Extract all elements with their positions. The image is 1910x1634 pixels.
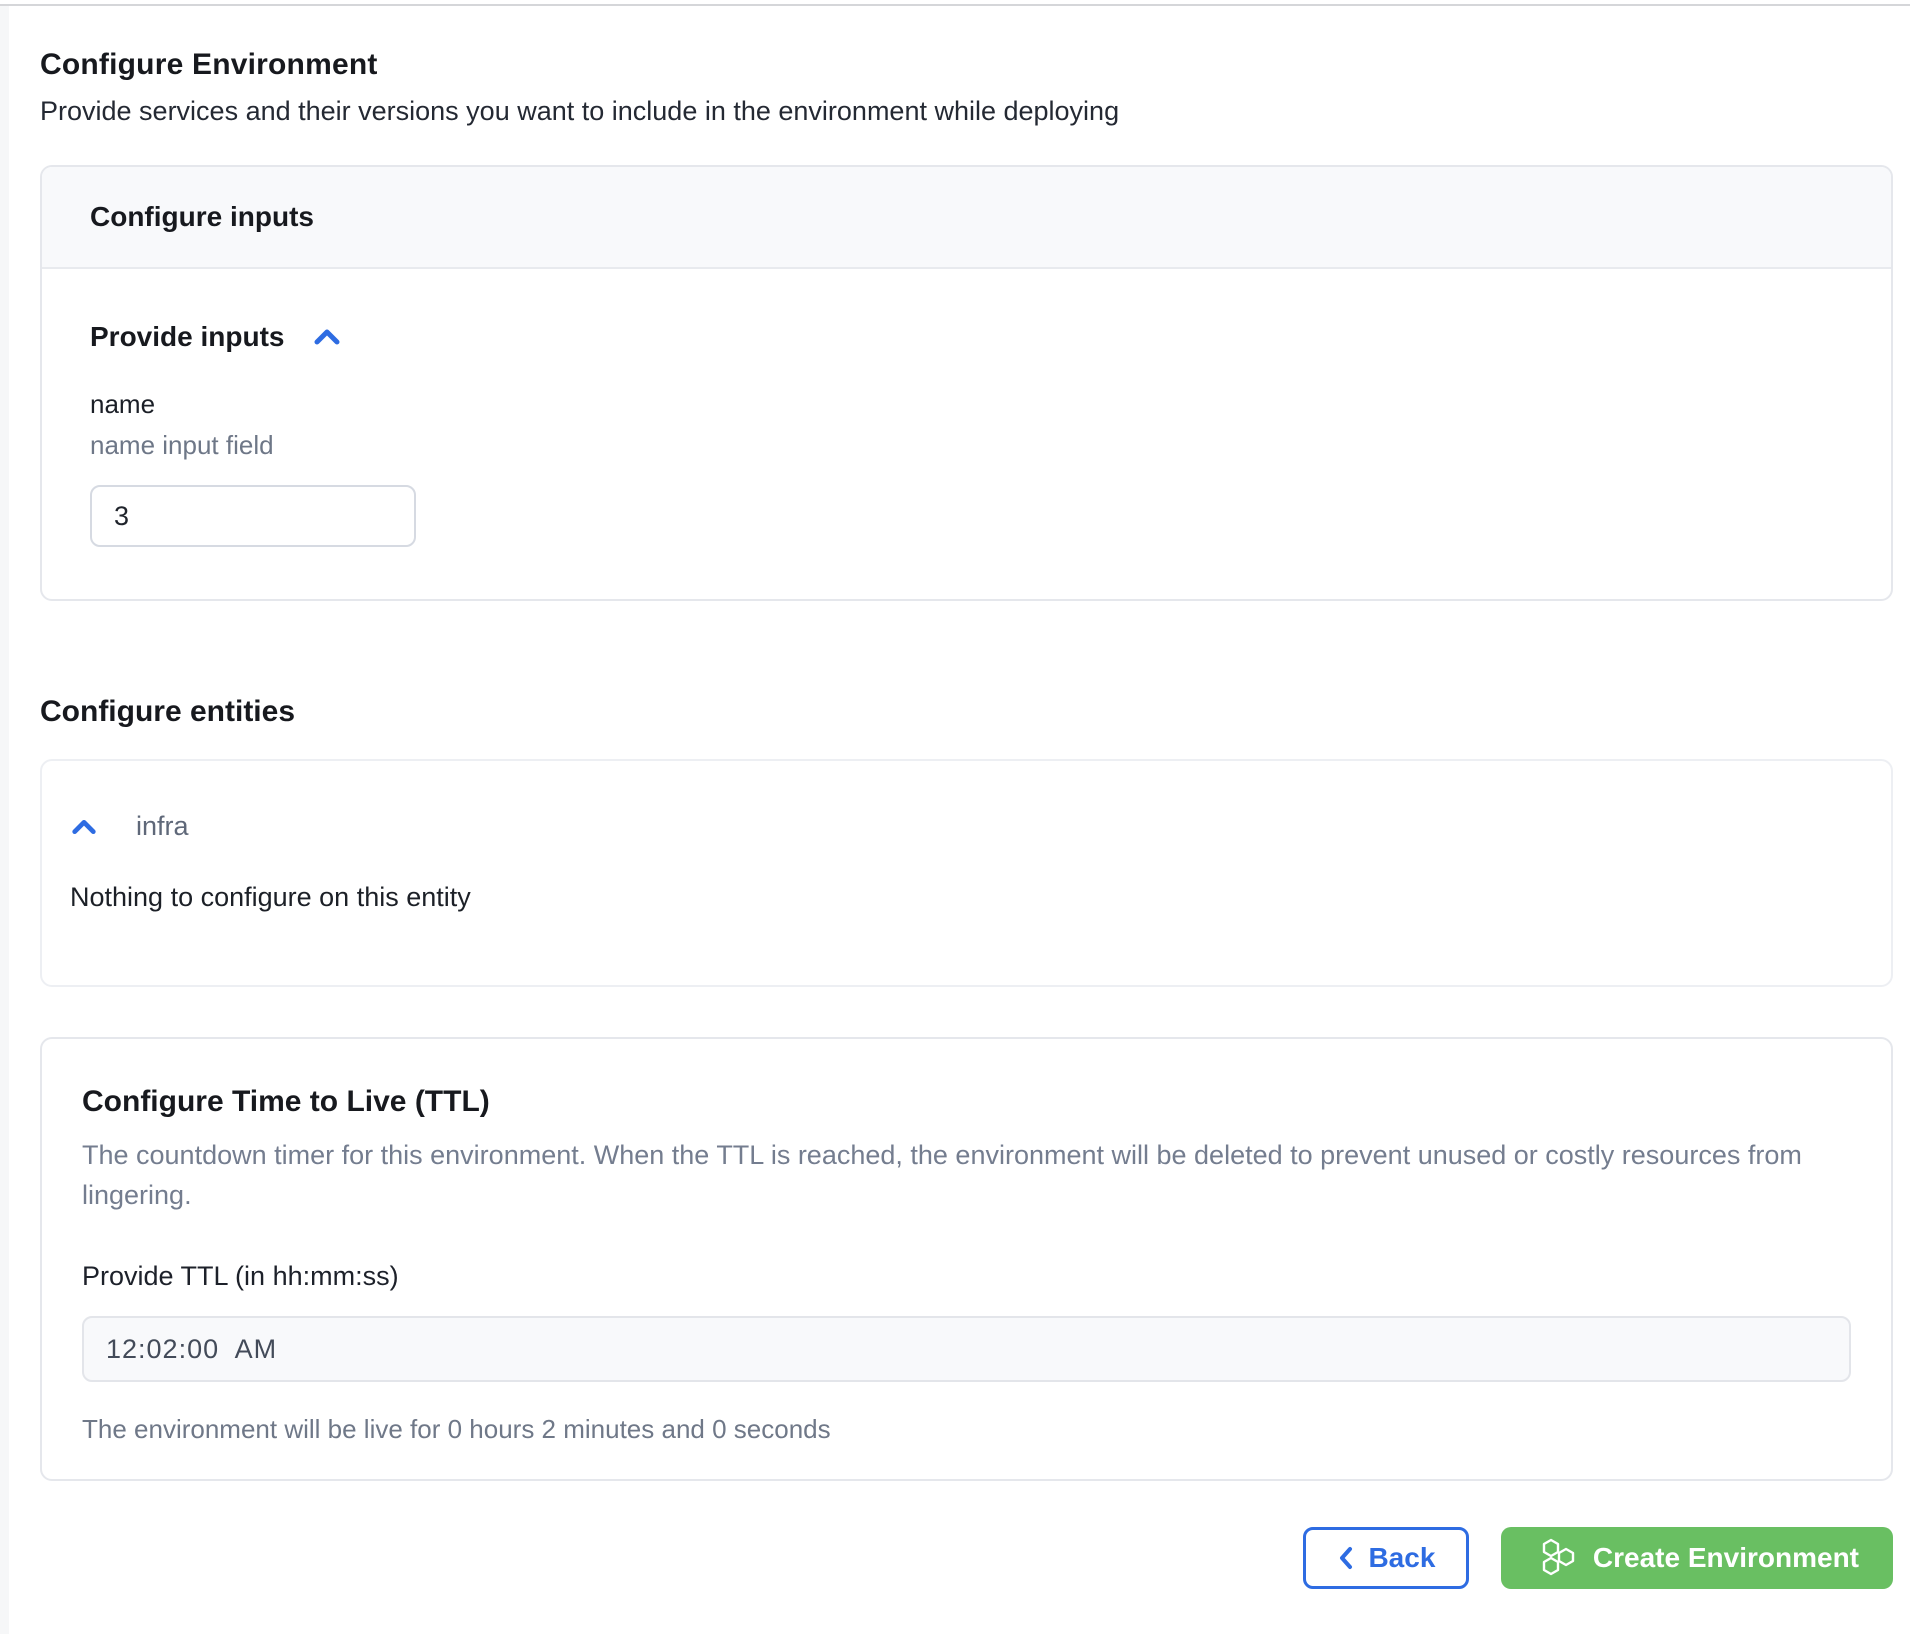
entity-empty-message: Nothing to configure on this entity xyxy=(70,882,1843,913)
chevron-up-icon xyxy=(70,817,98,837)
provide-inputs-label: Provide inputs xyxy=(90,321,284,353)
entities-card: infra Nothing to configure on this entit… xyxy=(40,759,1893,987)
configure-inputs-header: Configure inputs xyxy=(42,167,1891,269)
entity-collapse-button[interactable] xyxy=(70,817,98,837)
ttl-input-label: Provide TTL (in hh:mm:ss) xyxy=(82,1261,1851,1292)
hexagons-icon xyxy=(1535,1536,1579,1580)
configure-entities-heading: Configure entities xyxy=(40,695,1893,729)
back-button-label: Back xyxy=(1368,1542,1435,1574)
configure-inputs-body: Provide inputs name name input field xyxy=(42,269,1891,599)
create-environment-button[interactable]: Create Environment xyxy=(1501,1527,1893,1589)
provide-inputs-collapse-button[interactable] xyxy=(312,327,342,347)
chevron-up-icon xyxy=(312,327,342,347)
chevron-left-icon xyxy=(1336,1545,1356,1571)
ttl-description: The countdown timer for this environment… xyxy=(82,1135,1827,1215)
name-field-help: name input field xyxy=(90,430,1843,461)
page-subtitle: Provide services and their versions you … xyxy=(40,96,1893,127)
page-title: Configure Environment xyxy=(40,48,1893,82)
panel-left-edge xyxy=(0,6,9,1634)
ttl-helper-text: The environment will be live for 0 hours… xyxy=(82,1414,1851,1445)
configure-inputs-card: Configure inputs Provide inputs name nam… xyxy=(40,165,1893,601)
create-environment-label: Create Environment xyxy=(1593,1542,1859,1574)
provide-inputs-section: Provide inputs xyxy=(90,321,1843,353)
name-field-label: name xyxy=(90,389,1843,420)
entity-row-infra: infra xyxy=(70,811,1843,842)
actions-bar: Back Create Environment xyxy=(40,1527,1893,1589)
name-input[interactable] xyxy=(90,485,416,547)
configure-environment-page: Configure Environment Provide services a… xyxy=(40,0,1893,1589)
ttl-input[interactable] xyxy=(82,1316,1851,1382)
ttl-heading: Configure Time to Live (TTL) xyxy=(82,1085,1851,1119)
entity-name: infra xyxy=(136,811,189,842)
ttl-card: Configure Time to Live (TTL) The countdo… xyxy=(40,1037,1893,1481)
back-button[interactable]: Back xyxy=(1303,1527,1469,1589)
